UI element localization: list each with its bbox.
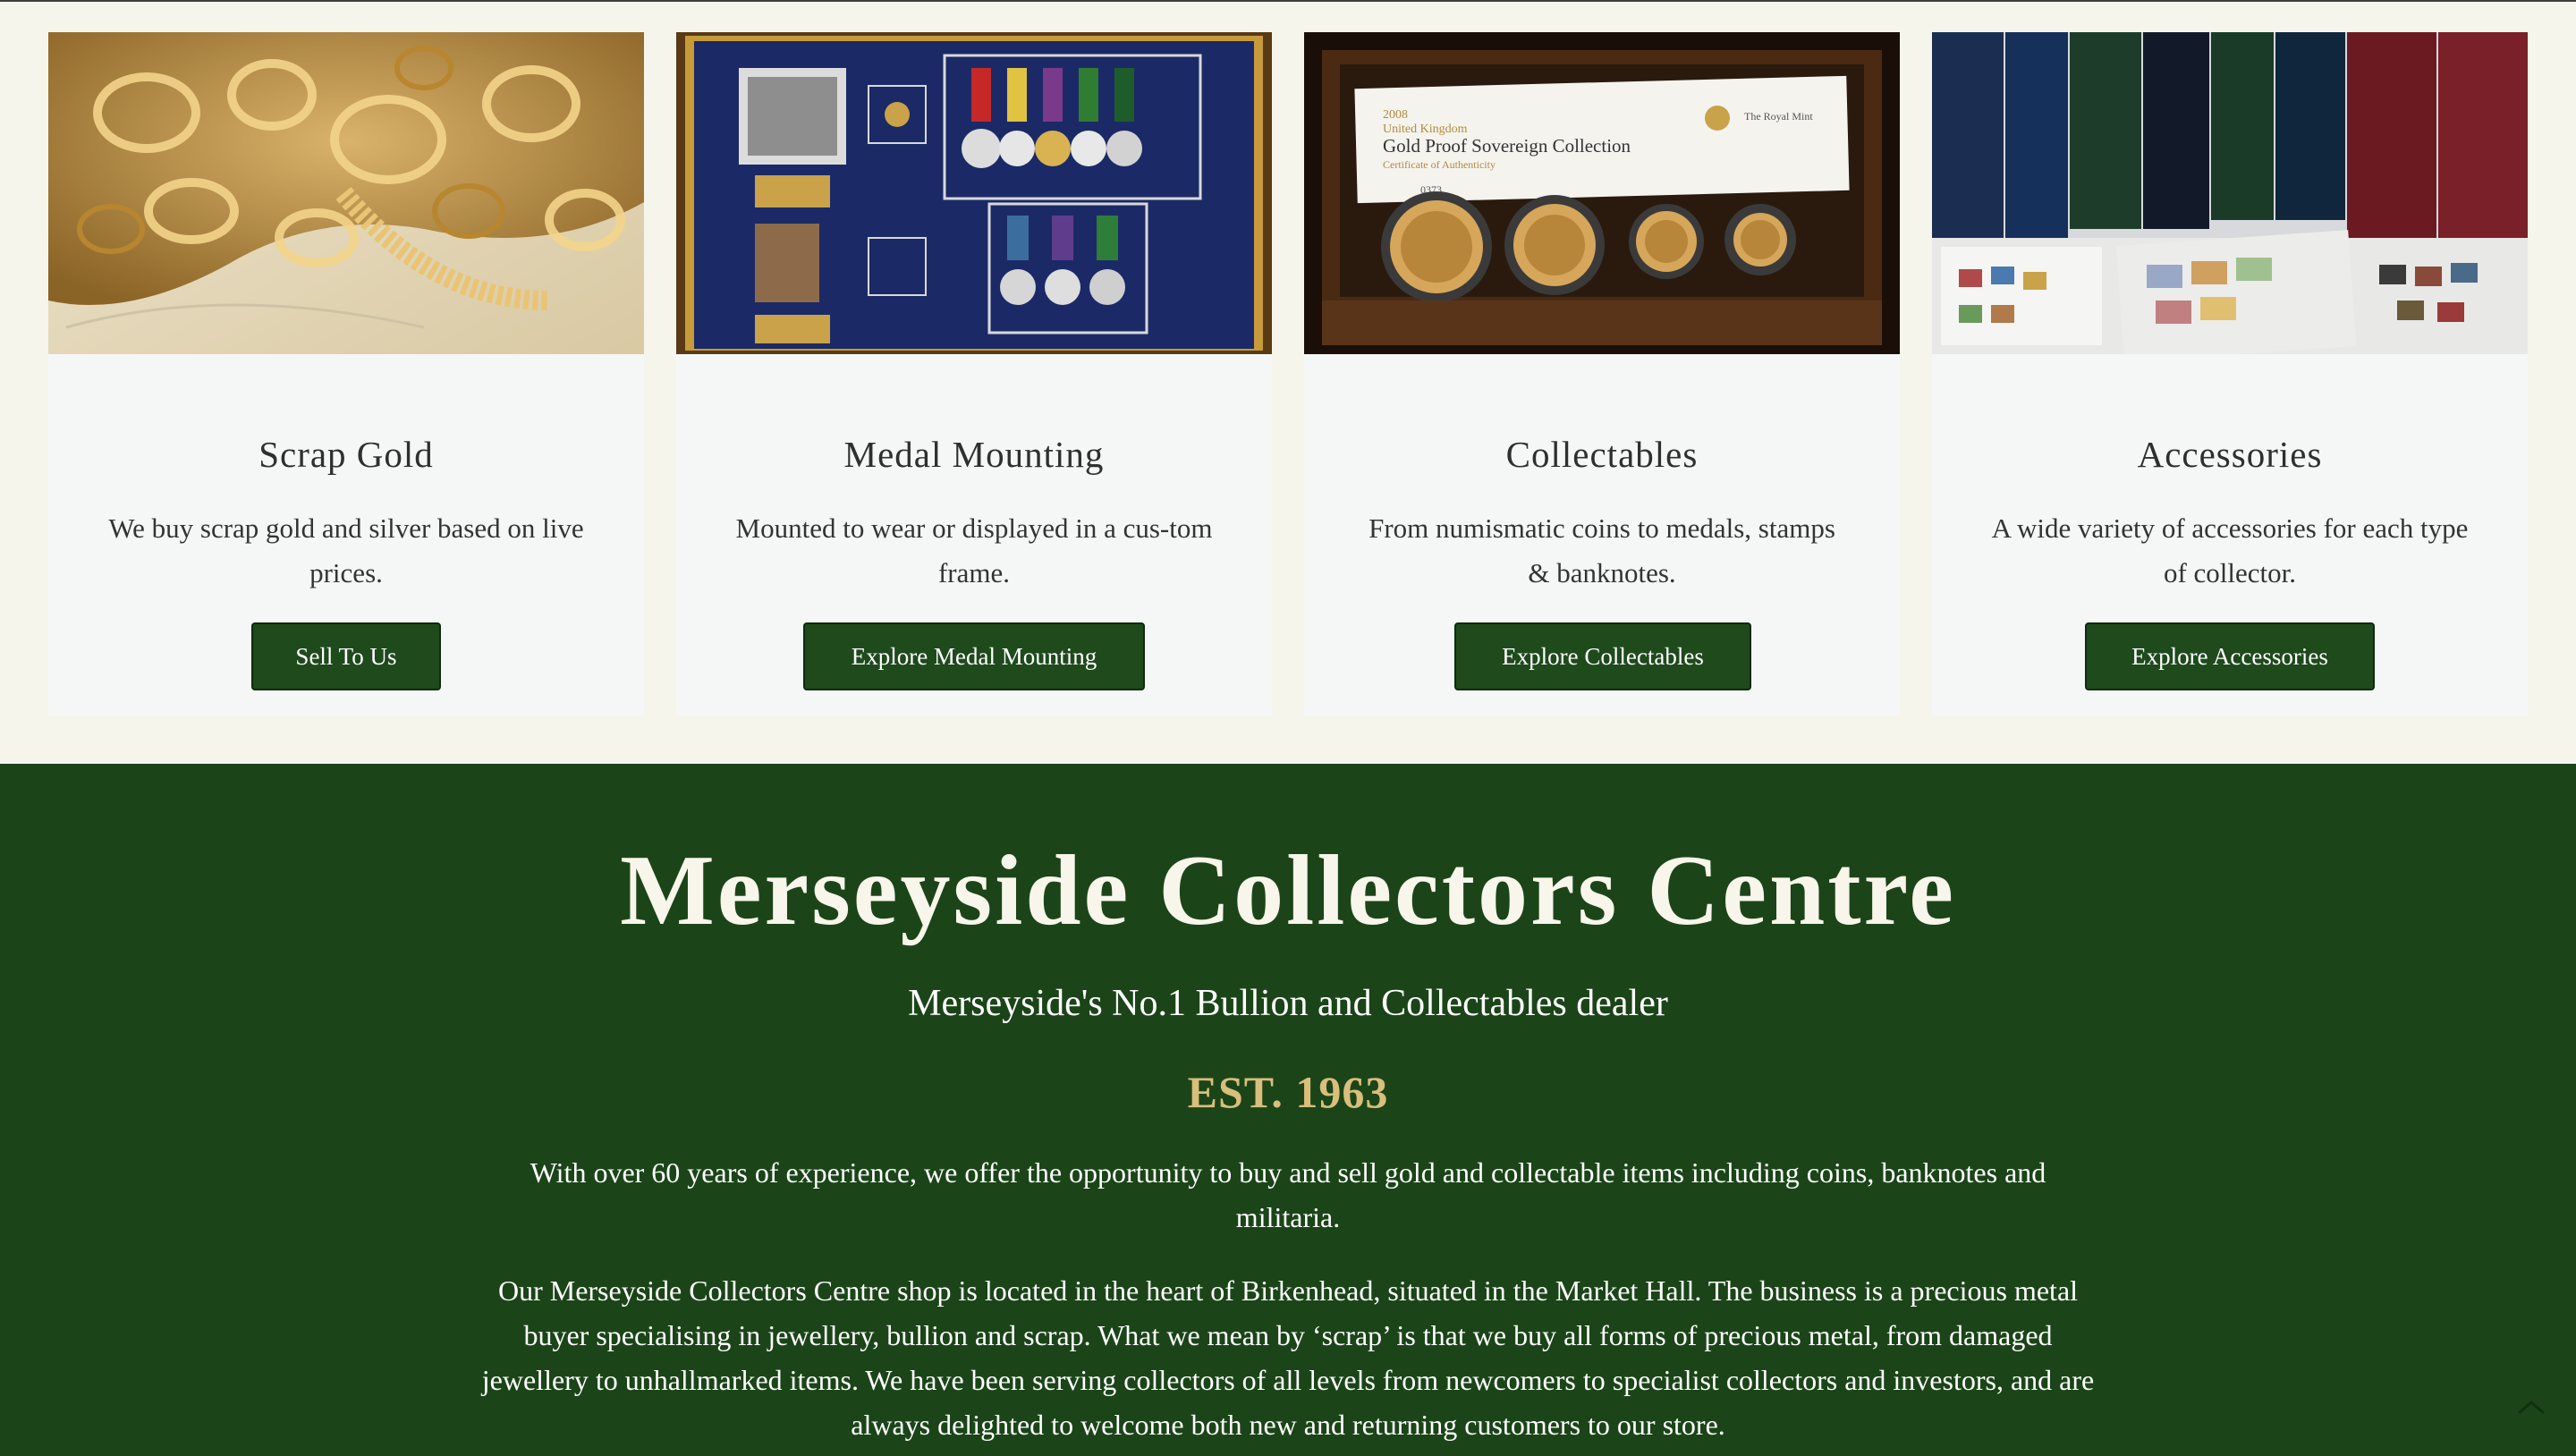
- explore-medal-mounting-button[interactable]: Explore Medal Mounting: [803, 622, 1145, 690]
- explore-accessories-button[interactable]: Explore Accessories: [2085, 622, 2375, 690]
- about-subheading: Merseyside's No.1 Bullion and Collectabl…: [908, 983, 1668, 1024]
- about-paragraph-2: Our Merseyside Collectors Centre shop is…: [481, 1274, 2095, 1441]
- card-description: A wide variety of accessories for each t…: [1991, 512, 2469, 588]
- image-collection-name: Gold Proof Sovereign Collection: [1383, 135, 1631, 157]
- card-title: Scrap Gold: [258, 434, 434, 475]
- card-description: We buy scrap gold and silver based on li…: [108, 512, 584, 588]
- card-title: Medal Mounting: [843, 434, 1105, 475]
- card-scrap-gold: Scrap Gold We buy scrap gold and silver …: [48, 32, 644, 715]
- about-paragraph-1: With over 60 years of experience, we off…: [530, 1156, 2046, 1233]
- image-certificate: Certificate of Authenticity: [1383, 158, 1496, 171]
- explore-collectables-button[interactable]: Explore Collectables: [1454, 622, 1751, 690]
- established-label: EST. 1963: [1187, 1067, 1389, 1117]
- card-description: From numismatic coins to medals, stamps …: [1368, 512, 1835, 588]
- card-accessories: Accessories A wide variety of accessorie…: [1932, 32, 2528, 715]
- chevron-up-icon[interactable]: [2510, 1392, 2553, 1422]
- accessories-image[interactable]: [1932, 32, 2528, 354]
- about-section: Merseyside Collectors Centre Merseyside'…: [0, 764, 2576, 1456]
- card-medal-mounting: Medal Mounting Mounted to wear or displa…: [676, 32, 1272, 715]
- card-title: Collectables: [1505, 434, 1699, 475]
- services-section: Scrap Gold We buy scrap gold and silver …: [0, 2, 2576, 764]
- scrap-gold-image[interactable]: [48, 32, 644, 354]
- card-title: Accessories: [2137, 434, 2323, 475]
- image-mint: The Royal Mint: [1744, 110, 1813, 123]
- sell-to-us-button[interactable]: Sell To Us: [251, 622, 441, 690]
- medal-mounting-image[interactable]: [676, 32, 1272, 354]
- card-collectables: 2008 United Kingdom Gold Proof Sovereign…: [1304, 32, 1900, 715]
- about-heading: Merseyside Collectors Centre: [620, 835, 1956, 946]
- image-country: United Kingdom: [1383, 123, 1468, 136]
- collectables-image[interactable]: 2008 United Kingdom Gold Proof Sovereign…: [1304, 32, 1900, 354]
- card-description: Mounted to wear or displayed in a cus-to…: [735, 512, 1213, 588]
- image-year: 2008: [1383, 108, 1408, 122]
